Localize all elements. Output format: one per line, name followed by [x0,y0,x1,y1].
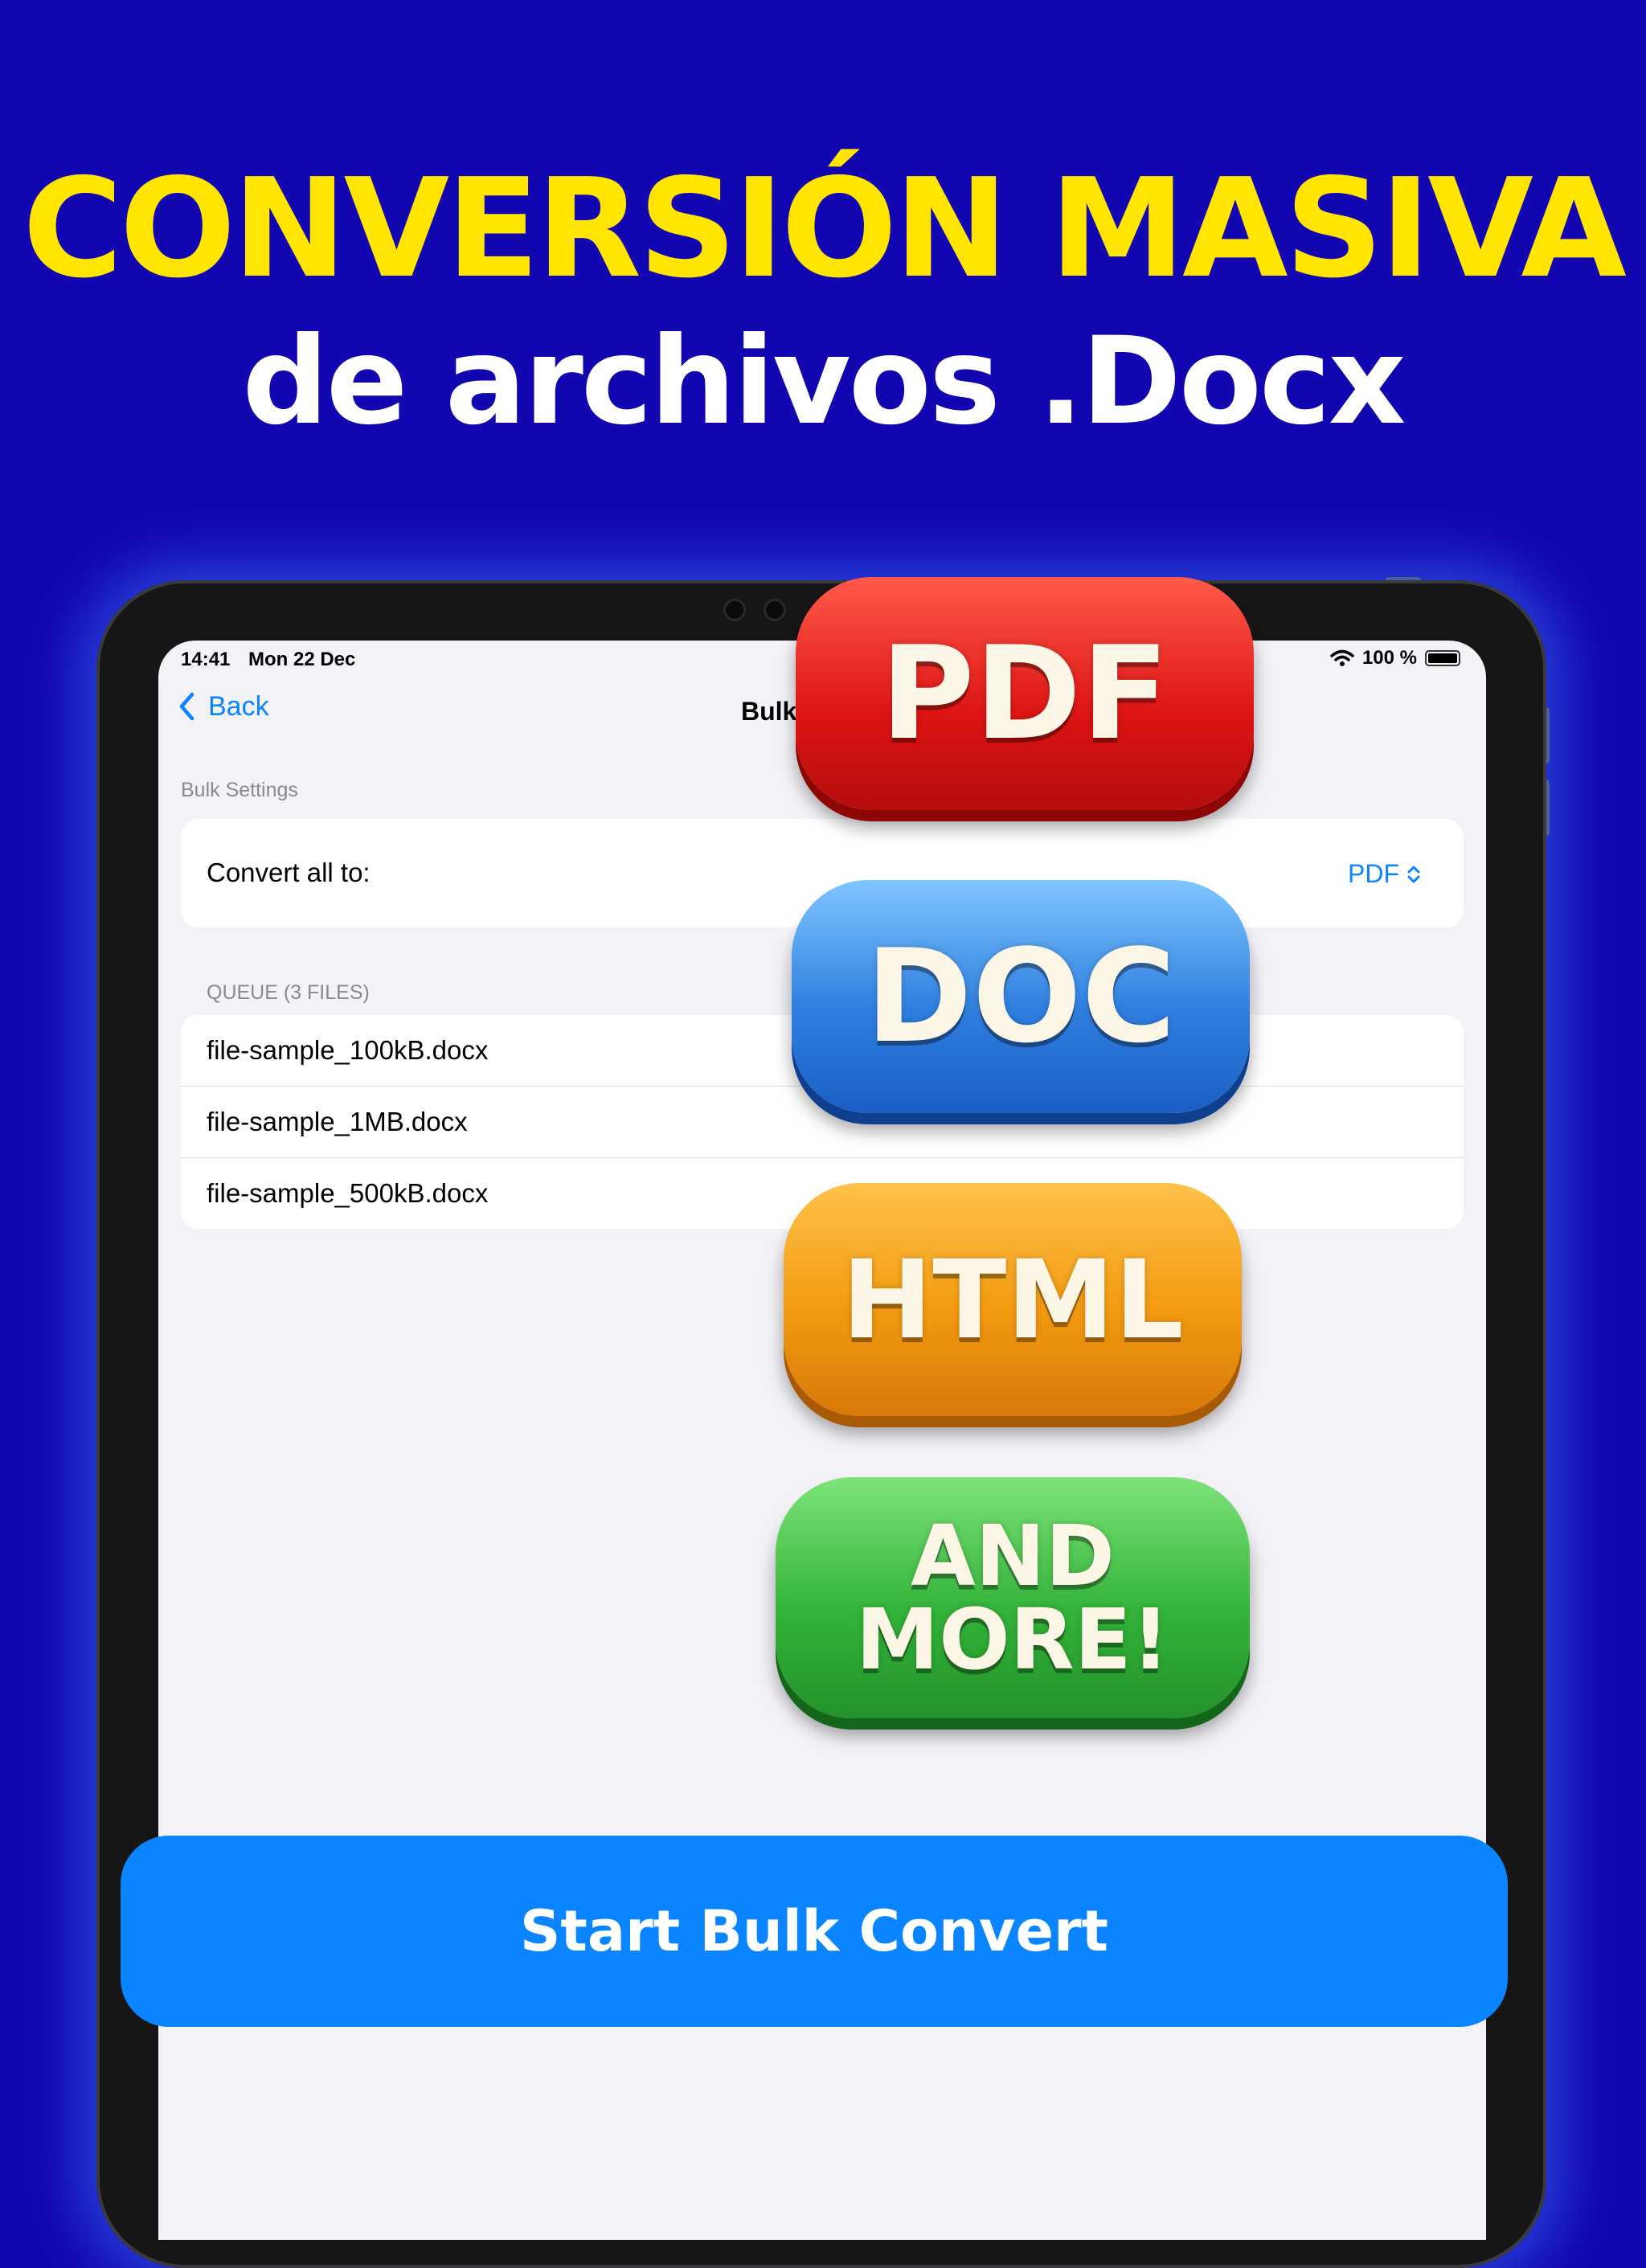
and-more-badge: AND MORE! [776,1477,1250,1718]
chevron-up-down-icon [1407,866,1420,882]
html-badge: HTML [784,1183,1242,1416]
format-picker[interactable]: PDF [1348,859,1422,889]
headline-line-1: CONVERSIÓN MASIVA [23,149,1627,309]
start-bulk-convert-button[interactable]: Start Bulk Convert [121,1836,1508,2027]
status-time: 14:41 [181,649,231,670]
queue-label: QUEUE (3 FILES) [207,981,370,1004]
battery-icon [1425,650,1460,666]
convert-all-label: Convert all to: [207,858,371,887]
page-title: Bulk [741,697,797,726]
doc-badge: DOC [792,880,1250,1113]
status-date: Mon 22 Dec [248,649,356,670]
chevron-left-icon [179,692,194,721]
bulk-settings-label: Bulk Settings [181,779,298,801]
back-button[interactable]: Back [176,690,269,723]
battery-percentage: 100 % [1361,647,1417,669]
status-right: 100 % [1330,647,1460,669]
back-label: Back [208,690,269,722]
sensor-icon [764,599,786,621]
and-more-line-1: AND [911,1507,1115,1605]
pdf-badge: PDF [796,577,1254,810]
format-picker-value: PDF [1348,859,1399,888]
headline-line-2: de archivos .Docx [242,312,1406,452]
camera-icon [723,599,746,621]
wifi-icon [1330,649,1354,666]
and-more-line-2: MORE! [855,1590,1170,1689]
